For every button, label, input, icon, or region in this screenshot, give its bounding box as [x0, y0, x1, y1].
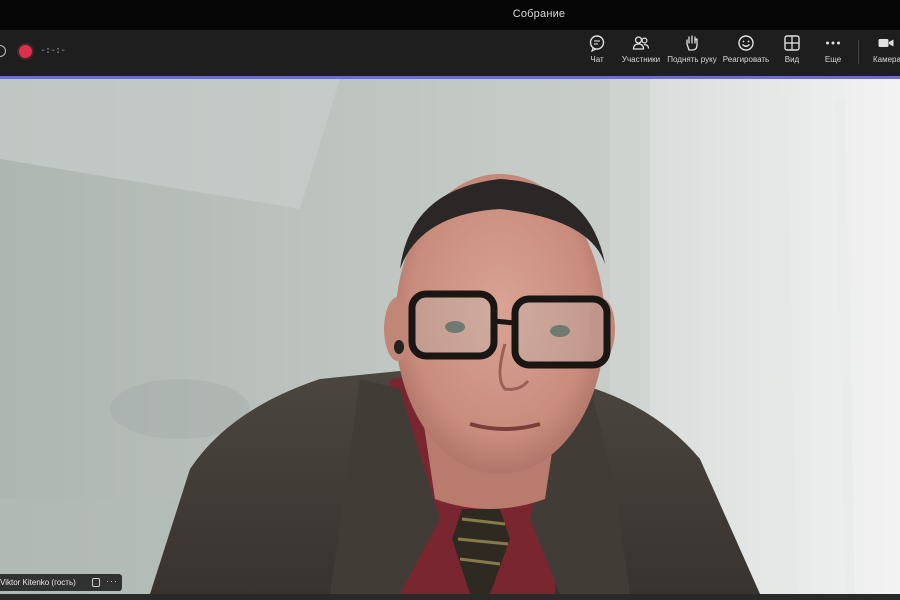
chat-button[interactable]: Чат [583, 34, 611, 72]
more-label: Еще [824, 55, 842, 64]
recording-icon[interactable] [19, 45, 32, 58]
view-button[interactable]: Вид [778, 34, 806, 72]
participants-label: Участники [621, 55, 661, 64]
grid-view-icon [784, 35, 800, 51]
participant-name: Viktor Kitenko (гость) [0, 578, 76, 587]
bottom-bar [0, 594, 900, 600]
more-icon [826, 41, 840, 45]
camera-icon [878, 39, 894, 47]
participants-icon [632, 36, 650, 50]
react-label: Реагировать [722, 55, 770, 64]
participants-button[interactable]: Участники [619, 34, 663, 72]
more-button[interactable]: Еще [819, 34, 847, 72]
chat-label: Чат [590, 55, 604, 64]
toolbar-separator [858, 40, 859, 64]
participant-more-icon[interactable]: ··· [106, 576, 118, 586]
smiley-icon [738, 35, 754, 51]
camera-label: Камера [873, 55, 900, 64]
window-title: Собрание [512, 8, 566, 20]
title-bar: Собрание [0, 0, 900, 30]
mic-icon [92, 578, 100, 587]
raise-hand-label: Поднять руку [667, 55, 717, 64]
video-stage [0, 79, 900, 594]
camera-button[interactable]: Камера [870, 34, 900, 72]
raise-hand-button[interactable]: Поднять руку [666, 34, 718, 72]
participant-name-tag: Viktor Kitenko (гость) ··· [0, 574, 122, 591]
participant-video [0, 79, 900, 594]
chat-icon [589, 35, 605, 52]
hand-icon [686, 35, 698, 51]
view-label: Вид [784, 55, 800, 64]
meeting-timer: -:-:- [40, 45, 66, 56]
react-button[interactable]: Реагировать [721, 34, 771, 72]
